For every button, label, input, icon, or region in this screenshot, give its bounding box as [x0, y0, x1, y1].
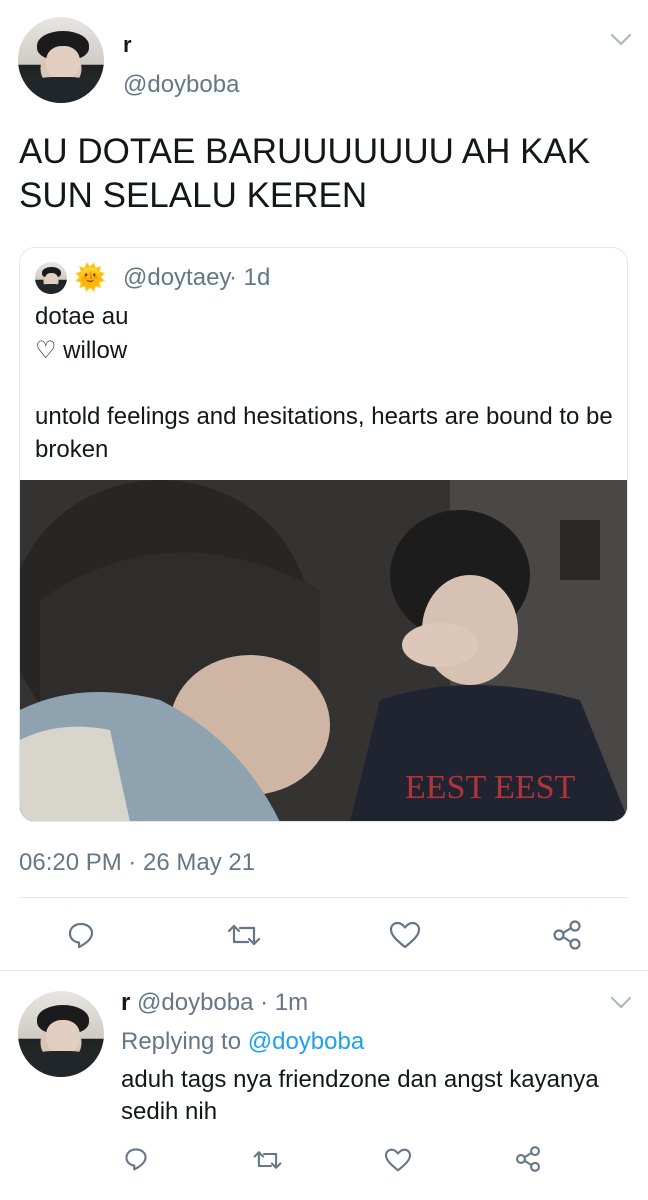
reply-menu-chevron-down-icon[interactable]	[610, 996, 632, 1010]
reply-retweet-button[interactable]	[252, 1147, 283, 1173]
reply-share-button[interactable]	[514, 1145, 542, 1173]
sun-emoji-icon: 🌞	[74, 262, 107, 292]
reply-text: aduh tags nya friendzone dan angst kayan…	[121, 1066, 599, 1125]
like-button[interactable]	[389, 921, 421, 949]
author-display-name[interactable]: r	[123, 32, 132, 58]
heart-icon	[389, 921, 421, 949]
reply-button[interactable]	[66, 920, 96, 950]
quoted-line-1: dotae au	[35, 303, 129, 330]
quoted-tweet[interactable]: 🌞 @doytaey · 1d dotae au ♡ willow untold…	[19, 247, 628, 822]
retweet-icon	[253, 1151, 282, 1169]
author-handle[interactable]: @doyboba	[123, 71, 239, 99]
share-icon	[516, 1146, 540, 1172]
quoted-author-avatar	[35, 262, 67, 294]
quoted-line-3: untold feelings and hesitations, hearts …	[35, 403, 613, 463]
quoted-photo[interactable]: EEST EEST	[20, 480, 627, 821]
reply-reply-button[interactable]	[123, 1146, 149, 1172]
photo-illustration: EEST EEST	[20, 480, 627, 821]
replying-to-line: Replying to @doyboba	[121, 1028, 364, 1056]
reply-display-name[interactable]: r	[121, 989, 130, 1016]
svg-text:EEST EEST: EEST EEST	[405, 769, 576, 806]
replying-to-link[interactable]: @doyboba	[248, 1028, 364, 1055]
share-icon	[553, 920, 581, 950]
tweet-timestamp[interactable]: 06:20 PM · 26 May 21	[19, 849, 255, 877]
tweet-text: AU DOTAE BARUUUUUUU AH KAK SUN SELALU KE…	[19, 132, 591, 215]
comment-icon	[68, 922, 94, 949]
divider	[0, 970, 648, 971]
author-avatar[interactable]	[18, 17, 104, 103]
reply-header: r @doyboba · 1m	[121, 989, 308, 1017]
reply-handle[interactable]: @doyboba	[137, 989, 253, 1016]
retweet-button[interactable]	[226, 920, 262, 950]
heart-icon	[384, 1148, 412, 1172]
share-button[interactable]	[551, 919, 583, 951]
tweet-menu-chevron-down-icon[interactable]	[610, 33, 632, 47]
reply-like-button[interactable]	[384, 1148, 412, 1172]
comment-icon	[125, 1148, 147, 1171]
reply-author-avatar[interactable]	[18, 991, 104, 1077]
reply-time: · 1m	[260, 989, 309, 1016]
quoted-handle: @doytaey	[123, 264, 232, 291]
divider	[19, 897, 628, 898]
quoted-line-2: ♡ willow	[35, 337, 128, 364]
replying-to-label: Replying to	[121, 1028, 242, 1055]
retweet-icon	[227, 924, 261, 946]
quoted-time: · 1d	[229, 264, 271, 291]
